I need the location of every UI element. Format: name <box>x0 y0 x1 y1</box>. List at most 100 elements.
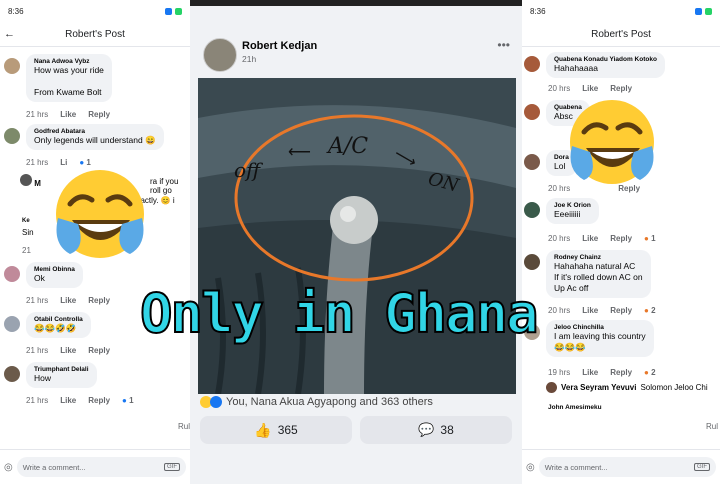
like-link[interactable]: Like <box>582 368 598 377</box>
reply-name: Vera Seyram Yevuvi <box>561 383 637 392</box>
partial-name: M <box>34 179 41 188</box>
comment-input[interactable]: Write a comment... GIF <box>538 457 716 477</box>
comment-bubble[interactable]: Joe K Orion Eeeiiiiii <box>546 198 599 224</box>
status-bar: 8:36 <box>522 0 720 22</box>
comment-text: 😂😂🤣🤣 <box>34 323 77 333</box>
like-link[interactable]: Like <box>60 396 76 405</box>
haha-icon: ● <box>644 234 649 243</box>
like-count: 365 <box>277 423 298 437</box>
comment-bubble[interactable]: Otabil Controlla 😂😂🤣🤣 <box>26 312 91 338</box>
comment-text: Eeeiiiiii <box>554 209 581 219</box>
comment-input[interactable]: Write a comment... GIF <box>16 457 186 477</box>
avatar[interactable] <box>4 316 20 332</box>
handwritten-ac: A/C <box>328 134 369 159</box>
reply-link[interactable]: Reply <box>88 346 110 355</box>
comment: Rodney Chainz Hahahaha natural AC If it'… <box>524 250 651 298</box>
comment-count: 38 <box>440 423 454 437</box>
avatar[interactable] <box>524 56 540 72</box>
poster-name[interactable]: Robert Kedjan <box>242 40 317 52</box>
avatar[interactable] <box>524 154 540 170</box>
reply-link[interactable]: Reply <box>610 306 632 315</box>
comment: Joe K Orion Eeeiiiiii <box>524 198 599 224</box>
back-arrow-icon[interactable]: ← <box>4 28 15 40</box>
post-photo[interactable]: off ⟵ A/C ⟶ ON <box>198 78 516 394</box>
comment: Godfred Abatara Only legends will unders… <box>4 124 164 150</box>
handwritten-off: off <box>234 158 261 182</box>
reaction-count: 1 <box>129 396 134 405</box>
like-link[interactable]: Like <box>60 296 76 305</box>
page-title: Robert's Post <box>591 28 651 40</box>
comment-input-placeholder: Write a comment... <box>22 462 86 472</box>
avatar[interactable] <box>4 128 20 144</box>
comment-text: How was your ride From Kwame Bolt <box>34 65 104 97</box>
comment-time: 21 hrs <box>26 110 49 119</box>
commenter-name[interactable]: Godfred Abatara <box>34 128 156 135</box>
commenter-name[interactable]: Jeloo Chinchilla <box>554 324 646 331</box>
status-bar: 8:36 <box>0 0 190 22</box>
reply-line[interactable]: Vera Seyram Yevuvi Solomon Jeloo Chi <box>546 382 708 393</box>
commenter-name[interactable]: Nana Adwoa Vybz <box>34 58 104 65</box>
left-screenshot: 8:36 ← Robert's Post Nana Adwoa Vybz How… <box>0 0 190 484</box>
comment-button[interactable]: 💬 38 <box>360 416 512 444</box>
like-link[interactable]: Like <box>582 234 598 243</box>
avatar[interactable] <box>4 58 20 74</box>
reply-link[interactable]: Reply <box>610 368 632 377</box>
comment-actions: 20 hrs Like Reply ● 1 <box>548 234 656 243</box>
partial-rul: Rul <box>178 422 190 431</box>
avatar[interactable] <box>524 254 540 270</box>
status-icons <box>695 7 712 15</box>
like-link[interactable]: Like <box>582 306 598 315</box>
post-time[interactable]: 21h <box>242 54 256 64</box>
comment-bubble[interactable]: Rodney Chainz Hahahaha natural AC If it'… <box>546 250 651 298</box>
avatar <box>546 382 557 393</box>
comment-bubble[interactable]: Nana Adwoa Vybz How was your ride From K… <box>26 54 112 102</box>
reply-link[interactable]: Reply <box>88 396 110 405</box>
comment: Jeloo Chinchilla I am leaving this count… <box>524 320 654 357</box>
commenter-name[interactable]: Otabil Controlla <box>34 316 83 323</box>
gif-button[interactable]: GIF <box>164 463 180 471</box>
last-commenter-name[interactable]: John Amesimeku <box>548 404 602 411</box>
avatar[interactable] <box>4 266 20 282</box>
reply-link[interactable]: Reply <box>610 234 632 243</box>
like-button[interactable]: 👍 365 <box>200 416 352 444</box>
partial-time: 21 <box>22 246 31 255</box>
comment-bubble[interactable]: Jeloo Chinchilla I am leaving this count… <box>546 320 654 357</box>
avatar[interactable] <box>524 202 540 218</box>
comment-bubble[interactable]: Quabena Konadu Yiadom Kotoko Hahahaaaa <box>546 52 665 78</box>
comment-text: Hahahaha natural AC If it's rolled down … <box>554 261 643 293</box>
commenter-name[interactable]: Triumphant Delali <box>34 366 89 373</box>
like-link[interactable]: Like <box>60 346 76 355</box>
comment-input-placeholder: Write a comment... <box>544 462 608 472</box>
more-options-icon[interactable]: ••• <box>497 38 510 52</box>
reply-link[interactable]: Reply <box>88 296 110 305</box>
gif-button[interactable]: GIF <box>694 463 710 471</box>
facebook-icon <box>695 7 702 15</box>
poster-avatar[interactable] <box>203 38 237 72</box>
overlay-caption: Only in Ghana <box>139 281 540 346</box>
reactions-summary[interactable]: You, Nana Akua Agyapong and 363 others <box>200 396 433 408</box>
camera-icon[interactable]: ◎ <box>4 462 13 473</box>
haha-icon: ● <box>644 368 649 377</box>
commenter-name[interactable]: Rodney Chainz <box>554 254 643 261</box>
right-screenshot: 8:36 Robert's Post Quabena Konadu Yiadom… <box>522 0 720 484</box>
like-count: ● 1 <box>122 396 134 405</box>
partial-reply-text: ra if you roll go <box>150 177 179 195</box>
like-link[interactable]: Like <box>60 110 76 119</box>
comment-text: Ok <box>34 273 45 283</box>
reply-link[interactable]: Reply <box>88 110 110 119</box>
reaction-count: ● 2 <box>644 368 656 377</box>
comment-composer: ◎ Write a comment... GIF <box>522 449 720 484</box>
avatar[interactable] <box>4 366 20 382</box>
comment-bubble[interactable]: Triumphant Delali How <box>26 362 97 388</box>
commenter-name[interactable]: Quabena Konadu Yiadom Kotoko <box>554 56 657 63</box>
partial-rul: Rul <box>706 422 719 431</box>
camera-icon[interactable]: ◎ <box>526 462 535 473</box>
comment-bubble[interactable]: Godfred Abatara Only legends will unders… <box>26 124 164 150</box>
page-title: Robert's Post <box>65 28 125 40</box>
comment-text: I am leaving this country 😂😂😂 <box>554 331 646 352</box>
comment-actions: 21 hrs Like Reply ● 1 <box>26 396 134 405</box>
comment-text: Hahahaaaa <box>554 63 598 73</box>
avatar[interactable] <box>524 104 540 120</box>
haha-icon: ● <box>644 306 649 315</box>
commenter-name[interactable]: Joe K Orion <box>554 202 591 209</box>
